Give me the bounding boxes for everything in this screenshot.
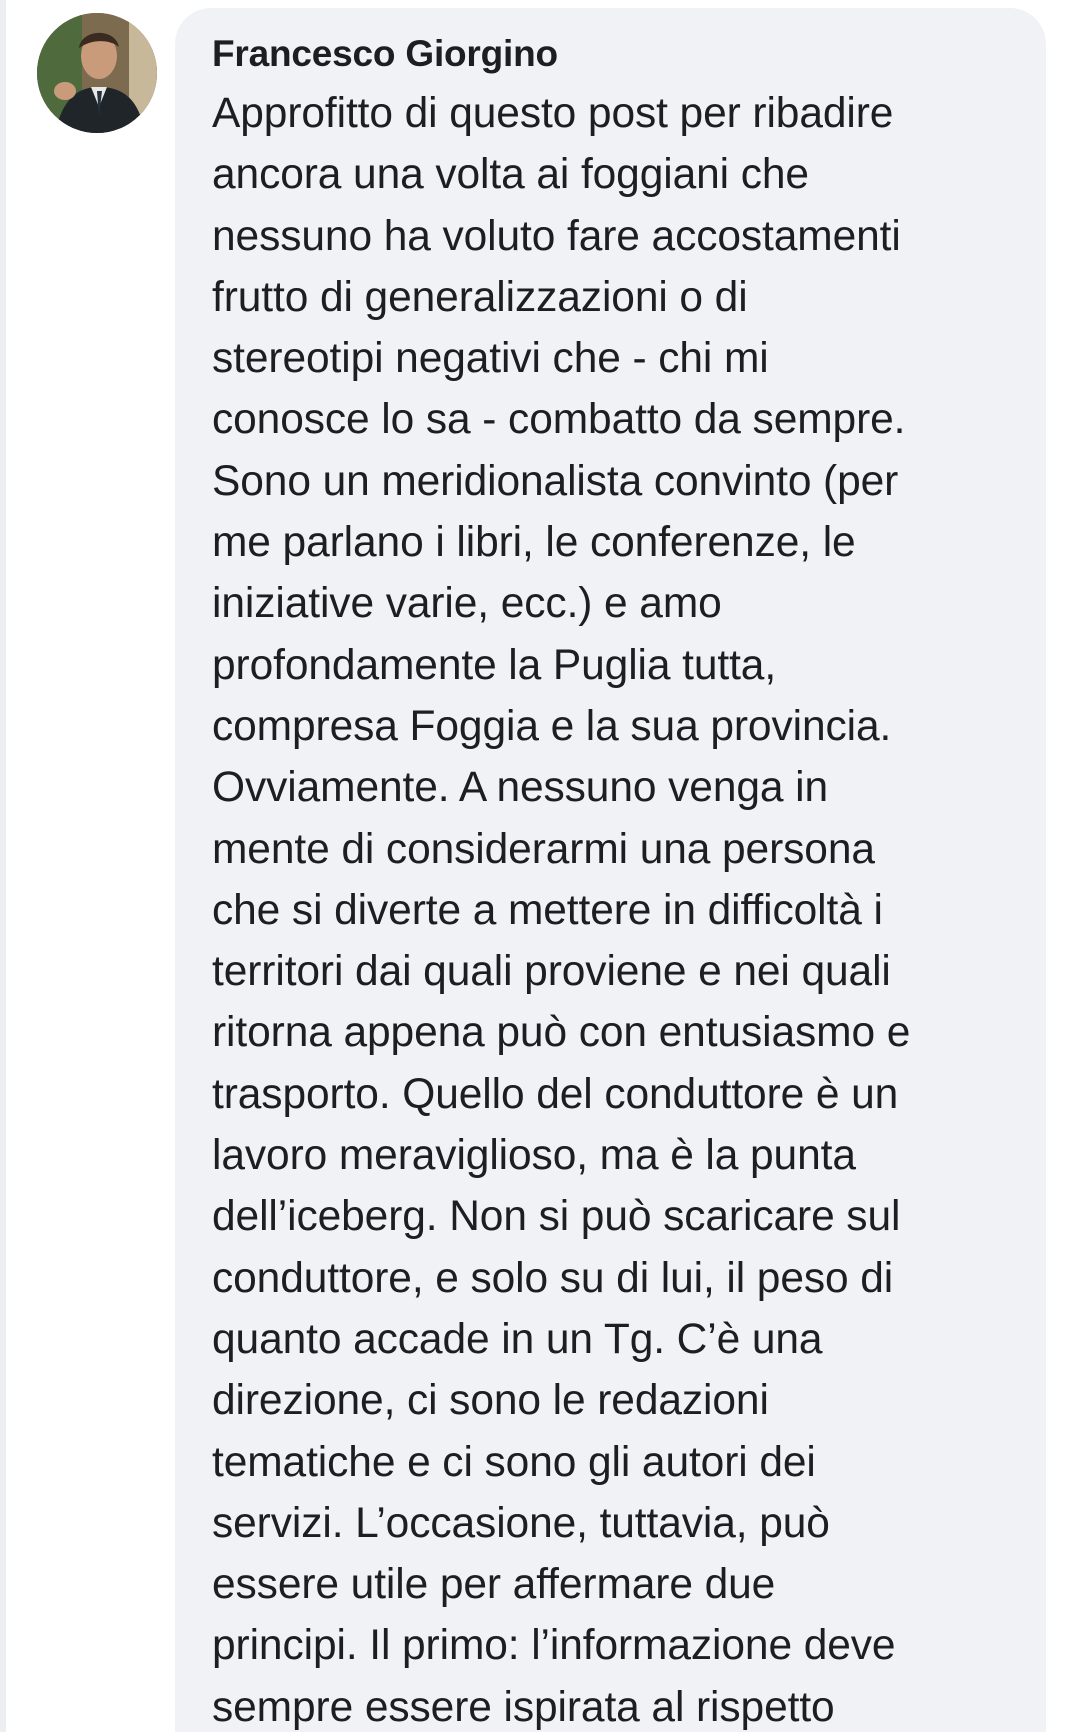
comment-line: profondamente la Puglia tutta, <box>212 641 777 689</box>
comment-line: Approfitto di questo post per ribadire <box>212 90 894 137</box>
comment-bubble: Francesco Giorgino Approfitto di questo … <box>175 8 1046 1732</box>
comment-line: nessuno ha voluto fare accostamenti <box>212 212 901 260</box>
comment-line: quanto accade in un Tg. C’è una <box>212 1315 823 1363</box>
comment-line: compresa Foggia e la sua provincia. <box>212 702 892 750</box>
comment-line: mente di considerarmi una persona <box>212 825 875 873</box>
comment-line: essere utile per affermare due <box>212 1561 776 1609</box>
comment-line: Ovviamente. A nessuno venga in <box>212 764 829 812</box>
comment-line: stereotipi negativi che - chi mi <box>212 335 769 383</box>
comment-line: conosce lo sa - combatto da sempre. <box>212 396 906 444</box>
left-edge-divider <box>0 0 6 1732</box>
comment-line: Sono un meridionalista convinto (per <box>212 457 899 505</box>
comment-line: principi. Il primo: l’informazione deve <box>212 1622 896 1670</box>
comment-author-name[interactable]: Francesco Giorgino <box>212 32 1016 76</box>
comment-line: frutto di generalizzazioni o di <box>212 273 748 321</box>
comment-line: me parlano i libri, le conferenze, le <box>212 519 856 567</box>
comment-line: tematiche e ci sono gli autori dei <box>212 1438 816 1486</box>
comment-text: Approfitto di questo post per ribadire a… <box>212 83 1018 1732</box>
comment-line: ritorna appena può con entusiasmo e <box>212 1009 911 1057</box>
comment-line: lavoro meraviglioso, ma è la punta <box>212 1132 856 1180</box>
comment-line: dell’iceberg. Non si può scaricare sul <box>212 1193 901 1241</box>
comment-line: iniziative varie, ecc.) e amo <box>212 580 722 628</box>
comment-line: ancora una volta ai foggiani che <box>212 151 809 199</box>
avatar[interactable] <box>37 13 157 133</box>
comment-line: territori dai quali proviene e nei quali <box>212 948 891 996</box>
comment-line: direzione, ci sono le redazioni <box>212 1377 769 1425</box>
comment-line: trasporto. Quello del conduttore è un <box>212 1070 899 1118</box>
comment-line: conduttore, e solo su di lui, il peso di <box>212 1254 894 1302</box>
comment-line: servizi. L’occasione, tuttavia, può <box>212 1499 830 1547</box>
comment-line: che si diverte a mettere in difficoltà i <box>212 886 883 934</box>
comment-line: sempre essere ispirata al rispetto <box>212 1683 835 1731</box>
comment-screen: Francesco Giorgino Approfitto di questo … <box>0 0 1080 1732</box>
profile-photo-icon <box>37 13 157 133</box>
